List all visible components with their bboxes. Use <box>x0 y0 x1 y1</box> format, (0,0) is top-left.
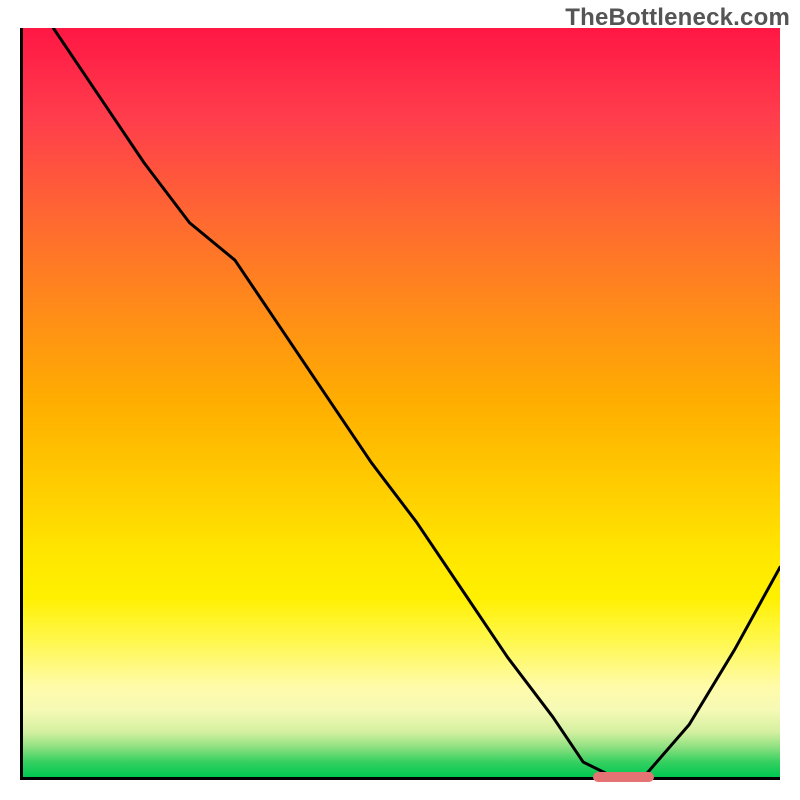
bottleneck-chart: TheBottleneck.com <box>0 0 800 800</box>
curve-svg <box>23 28 780 777</box>
optimal-zone-marker <box>593 772 654 782</box>
bottleneck-curve <box>53 28 780 777</box>
plot-area <box>20 28 780 780</box>
